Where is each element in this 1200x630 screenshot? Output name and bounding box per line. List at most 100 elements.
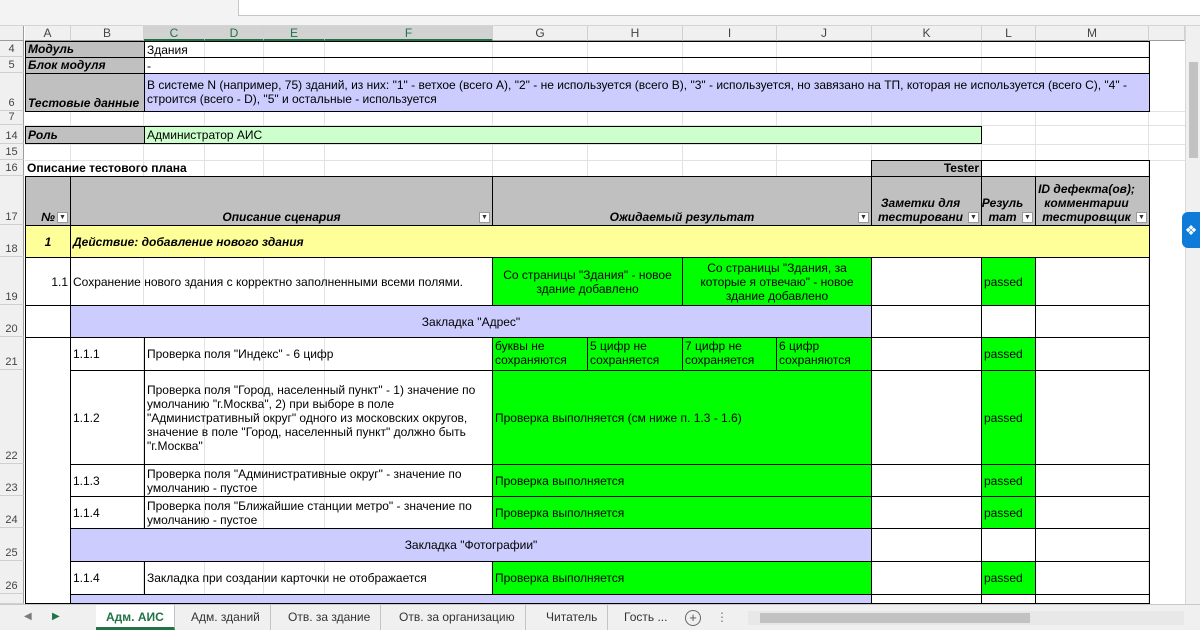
case-expected[interactable]: Со страницы "Здания" - новое здание доба… [492,257,683,306]
case-notes[interactable] [871,370,982,465]
case-num[interactable]: 1.1.4 [70,496,145,529]
case-defect[interactable] [1035,305,1150,338]
tester-label[interactable]: Tester [871,160,982,177]
testdata-value[interactable]: В системе N (например, 75) зданий, из ни… [144,73,1150,112]
header-notes[interactable]: Заметки для тестировани ▼ [871,176,982,226]
vertical-scroll-thumb[interactable] [1189,62,1198,158]
case-desc[interactable]: Сохранение нового здания с корректно зап… [70,257,493,306]
col-header-i[interactable]: I [683,26,777,41]
more-options-icon[interactable]: ⋮ [716,610,728,624]
row-header[interactable]: 14 [0,125,24,144]
row-header[interactable]: 17 [0,176,24,225]
row-header[interactable]: 5 [0,57,24,73]
col-header-h[interactable]: H [588,26,683,41]
case-notes[interactable] [871,257,982,306]
col-header-j[interactable]: J [777,26,872,41]
case-notes[interactable] [871,528,982,562]
row-header[interactable]: 21 [0,337,24,370]
sheet-tab-adm-ais[interactable]: Адм. АИС [96,605,175,630]
header-defect[interactable]: ID дефекта(ов); комментарии тестировщик … [1035,176,1150,226]
case-expected[interactable]: Проверка выполняется (см ниже п. 1.3 - 1… [492,370,872,465]
module-value[interactable]: Здания [144,41,1150,58]
case-num[interactable]: 1.1.2 [70,370,145,465]
vertical-scrollbar[interactable] [1185,26,1200,604]
header-scenario[interactable]: Описание сценария ▼ [70,176,493,226]
case-defect[interactable] [1035,528,1150,562]
case-expected[interactable]: Проверка выполняется [492,464,872,497]
action-num[interactable]: 1 [25,225,71,258]
sheet-tab-resp-building[interactable]: Отв. за здание [278,605,382,630]
case-result[interactable]: passed [981,257,1036,306]
col-header-f[interactable]: F [325,26,493,41]
col-header-d[interactable]: D [205,26,264,41]
row-header[interactable]: 23 [0,464,24,496]
filter-dropdown-icon[interactable]: ▼ [858,212,869,223]
case-desc[interactable]: Проверка поля "Административные округ" -… [144,464,493,497]
row-header[interactable]: 19 [0,257,24,305]
case-expected[interactable]: буквы не сохраняются [492,337,588,371]
tab-scroll-left-icon[interactable]: ◀ [24,611,32,622]
case-defect[interactable] [1035,496,1150,529]
formula-input[interactable] [238,0,1200,16]
sheet-tab-resp-org[interactable]: Отв. за организацию [389,605,526,630]
filter-dropdown-icon[interactable]: ▼ [1136,212,1147,223]
case-desc[interactable]: Проверка поля "Город, населенный пункт" … [144,370,493,465]
case-expected[interactable]: Проверка выполняется [492,496,872,529]
tester-value[interactable] [981,160,1150,177]
case-expected[interactable]: 7 цифр не сохраняется [682,337,777,371]
filter-dropdown-icon[interactable]: ▼ [57,212,68,223]
case-defect[interactable] [1035,561,1150,595]
horizontal-scroll-thumb[interactable] [760,613,1030,623]
case-result[interactable]: passed [981,496,1036,529]
case-desc[interactable]: Закладка при создании карточки не отобра… [144,561,493,595]
case-defect[interactable] [1035,337,1150,371]
case-desc[interactable]: Проверка поля "Индекс" - 6 цифр [144,337,493,371]
case-notes[interactable] [871,305,982,338]
case-num[interactable]: 1.1.1 [70,337,145,371]
row-header[interactable]: 4 [0,41,24,57]
header-expected[interactable]: Ожидаемый результат ▼ [492,176,872,226]
add-sheet-icon[interactable]: + [685,610,701,626]
case-num[interactable]: 1.1.3 [70,464,145,497]
row-header[interactable]: 6 [0,73,24,111]
select-all-corner[interactable] [0,26,24,41]
col-header-b[interactable]: B [71,26,144,41]
col-header-a[interactable]: A [25,26,71,41]
case-result[interactable]: passed [981,370,1036,465]
col-header-c[interactable]: C [144,26,205,41]
filter-dropdown-icon[interactable]: ▼ [479,212,490,223]
col-header-g[interactable]: G [493,26,588,41]
role-value[interactable]: Администратор АИС [144,126,982,144]
row-header[interactable]: 25 [0,528,24,561]
case-notes[interactable] [871,464,982,497]
dropbox-icon[interactable]: ❖ [1182,212,1200,248]
row-header[interactable]: 18 [0,225,24,257]
role-label[interactable]: Роль [25,126,145,144]
row-header[interactable]: 24 [0,496,24,528]
tab-scroll-right-icon[interactable]: ▶ [52,611,60,622]
row-header[interactable]: 22 [0,370,24,464]
action-title[interactable]: Действие: добавление нового здания [70,225,1150,258]
section-tab-address[interactable]: Закладка "Адрес" [70,305,872,338]
row-header[interactable]: 16 [0,160,24,176]
sheet-tab-adm-buildings[interactable]: Адм. зданий [181,605,271,630]
case-defect[interactable] [1035,464,1150,497]
case-result[interactable]: passed [981,337,1036,371]
case-result[interactable] [981,305,1036,338]
case-expected[interactable]: 6 цифр сохраняются [776,337,872,371]
horizontal-scrollbar[interactable] [748,611,1184,625]
case-result[interactable]: passed [981,561,1036,595]
case-notes[interactable] [871,337,982,371]
case-num[interactable]: 1.1 [25,257,71,306]
row-header[interactable]: 26 [0,561,24,594]
case-num[interactable] [25,305,71,338]
filter-dropdown-icon[interactable]: ▼ [1022,212,1033,223]
row-header[interactable]: 15 [0,144,24,160]
case-notes[interactable] [871,561,982,595]
col-header-l[interactable]: L [982,26,1036,41]
sheet-tab-reader[interactable]: Читатель [536,605,609,630]
col-header-m[interactable]: M [1036,26,1149,41]
case-defect[interactable] [1035,257,1150,306]
row-header[interactable]: 7 [0,111,24,125]
col-header-e[interactable]: E [264,26,325,41]
